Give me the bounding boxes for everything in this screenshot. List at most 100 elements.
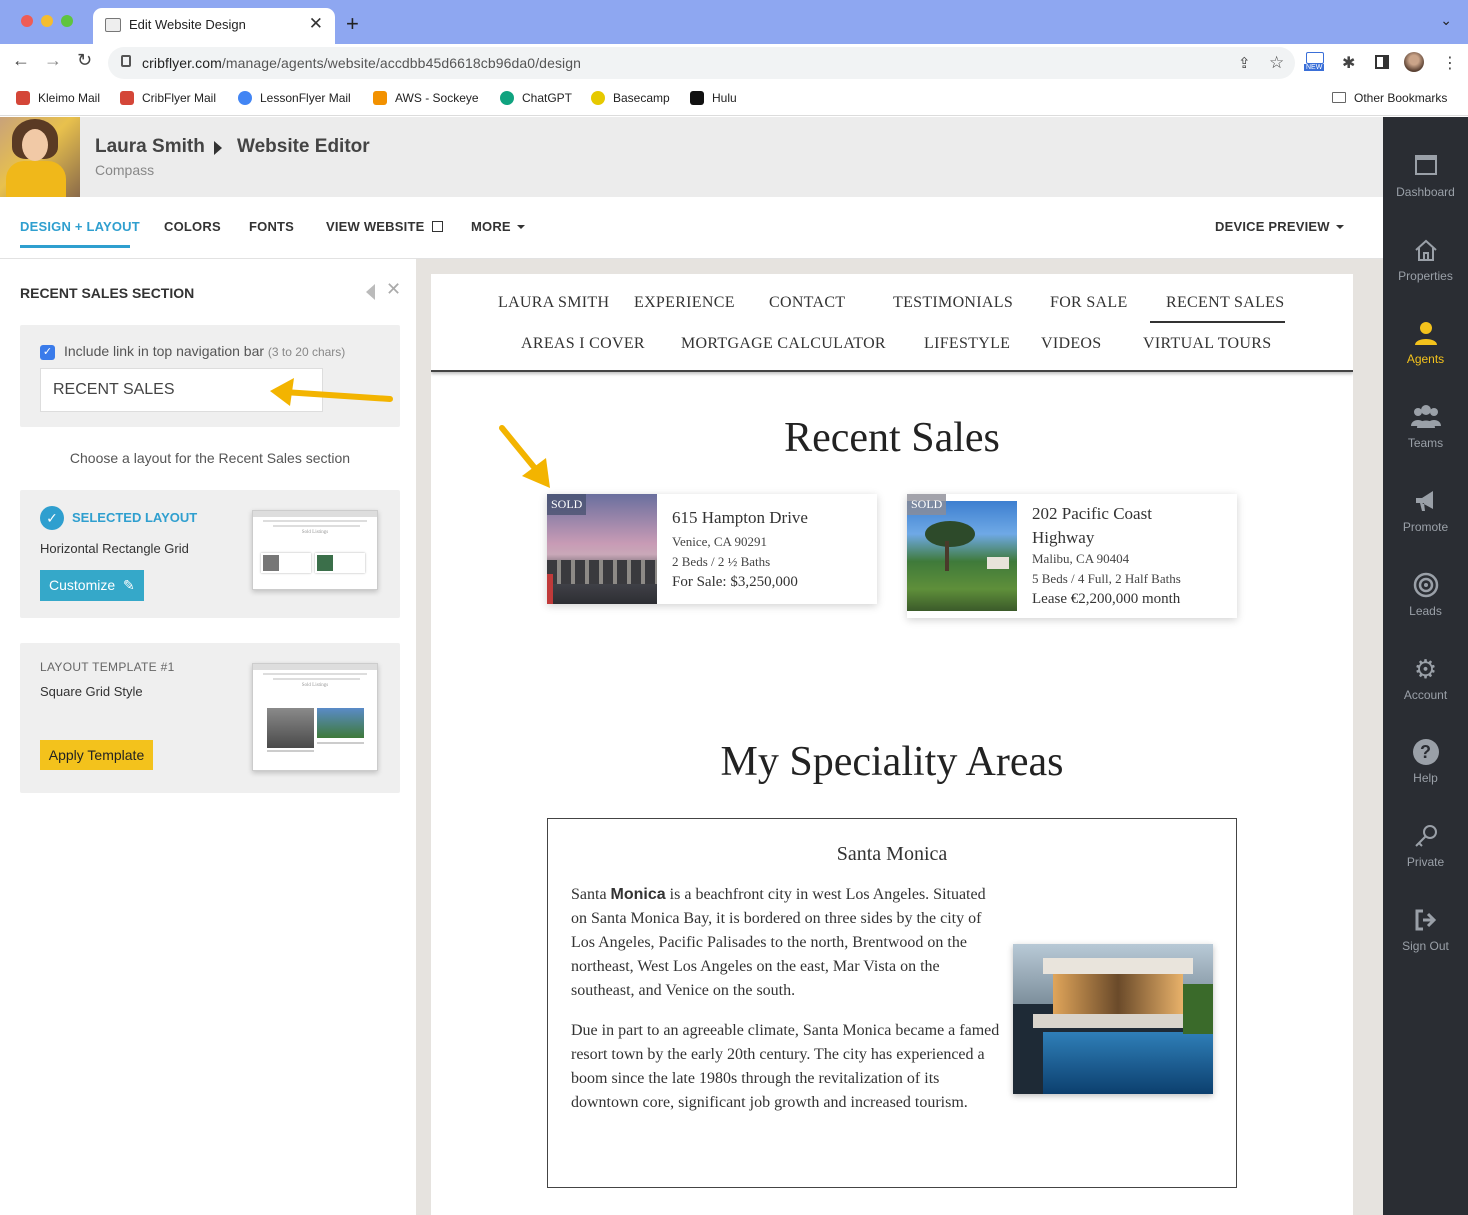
listing-beds-baths: 5 Beds / 4 Full, 2 Half Baths (1032, 571, 1181, 586)
device-preview-dropdown[interactable]: DEVICE PREVIEW (1215, 219, 1344, 234)
check-circle-icon: ✓ (40, 506, 64, 530)
chatgpt-icon (500, 91, 514, 105)
tab-colors[interactable]: COLORS (164, 219, 221, 234)
browser-tab[interactable]: Edit Website Design ✕ (93, 8, 335, 44)
customize-button[interactable]: Customize ✎ (40, 570, 144, 601)
site-nav-experience[interactable]: EXPERIENCE (634, 294, 735, 312)
forward-icon[interactable]: → (44, 50, 62, 71)
site-nav-videos[interactable]: VIDEOS (1041, 335, 1101, 353)
horizontal-grid-thumbnail[interactable]: Sold Listings (252, 510, 378, 590)
basecamp-icon (591, 91, 605, 105)
sidebar-item-agents[interactable]: Agents (1383, 320, 1468, 366)
zoom-window-button[interactable] (61, 15, 73, 27)
layout-prompt: Choose a layout for the Recent Sales sec… (69, 450, 351, 466)
include-nav-checkbox[interactable]: ✓ (40, 345, 55, 360)
site-nav-testimonials[interactable]: TESTIMONIALS (893, 294, 1013, 312)
breadcrumb-arrow-icon (214, 141, 222, 155)
page-title: Website Editor (237, 136, 370, 157)
sidebar-item-help[interactable]: ? Help (1383, 739, 1468, 785)
person-icon (1413, 320, 1439, 346)
address-bar[interactable]: cribflyer.com/manage/agents/website/accd… (108, 47, 1295, 79)
caret-down-icon (1335, 225, 1344, 229)
listing-address: 615 Hampton Drive (672, 508, 808, 527)
sidebar-item-private[interactable]: Private (1383, 823, 1468, 869)
bookmark-chatgpt[interactable]: ChatGPT (500, 91, 572, 105)
target-icon (1413, 572, 1439, 598)
lock-icon (121, 55, 131, 67)
tab-fonts[interactable]: FONTS (249, 219, 294, 234)
area-card: Santa Monica Santa Monica is a beachfron… (547, 818, 1237, 1188)
bookmark-cribflyer-mail[interactable]: CribFlyer Mail (120, 91, 216, 105)
site-nav-lifestyle[interactable]: LIFESTYLE (924, 335, 1010, 353)
tab-design-layout[interactable]: DESIGN + LAYOUT (20, 219, 140, 234)
sidebar-item-dashboard[interactable]: Dashboard (1383, 153, 1468, 199)
annotation-arrow-nav-input (270, 378, 393, 406)
listing-card[interactable]: SOLD 615 Hampton Drive Venice, CA 90291 … (547, 494, 877, 604)
sidebar-item-leads[interactable]: Leads (1383, 572, 1468, 618)
recent-sales-heading: Recent Sales (784, 415, 1000, 461)
caret-down-icon (516, 225, 525, 229)
question-icon: ? (1412, 739, 1439, 765)
sidebar-item-promote[interactable]: Promote (1383, 488, 1468, 534)
site-nav-virtual-tours[interactable]: VIRTUAL TOURS (1143, 335, 1271, 353)
agent-name[interactable]: Laura Smith (95, 136, 205, 158)
app-header: Laura Smith Website Editor Compass (0, 117, 1383, 197)
editor-tabs: DESIGN + LAYOUT COLORS FONTS VIEW WEBSIT… (0, 197, 1383, 259)
layout-template-card: LAYOUT TEMPLATE #1 Square Grid Style App… (20, 643, 400, 793)
agent-avatar[interactable] (0, 117, 80, 197)
site-navigation: LAURA SMITH EXPERIENCE CONTACT TESTIMONI… (431, 274, 1353, 372)
aws-icon (373, 91, 387, 105)
include-nav-label: Include link in top navigation bar (3 to… (64, 343, 346, 359)
profile-avatar[interactable] (1404, 52, 1424, 72)
thumbnail-title: Sold Listings (301, 530, 329, 535)
new-tab-button[interactable]: + (346, 11, 359, 37)
speciality-areas-heading: My Speciality Areas (720, 739, 1064, 785)
other-bookmarks[interactable]: Other Bookmarks (1332, 91, 1447, 105)
sidepanel-icon[interactable] (1375, 55, 1389, 69)
thumbnail-title: Sold Listings (301, 683, 329, 688)
sidebar-item-account[interactable]: ⚙ Account (1383, 656, 1468, 702)
tab-view-website[interactable]: VIEW WEBSITE (326, 219, 444, 234)
hulu-icon (690, 91, 704, 105)
site-nav-recent-sales[interactable]: RECENT SALES (1166, 294, 1284, 312)
browser-menu-icon[interactable]: ⋮ (1442, 53, 1458, 73)
sidebar-item-properties[interactable]: Properties (1383, 237, 1468, 283)
tab-close-icon[interactable]: ✕ (309, 14, 323, 34)
megaphone-icon (1413, 488, 1439, 514)
sold-badge: SOLD (907, 494, 947, 515)
collapse-panel-icon[interactable] (366, 284, 375, 300)
share-icon[interactable]: ⇪ (1238, 54, 1251, 72)
listing-price: For Sale: $3,250,000 (672, 574, 798, 590)
reload-icon[interactable]: ↻ (77, 50, 92, 71)
listing-address-line2: Highway (1032, 528, 1095, 547)
tab-search-chevron-icon[interactable]: ⌄ (1440, 12, 1452, 29)
bookmark-basecamp[interactable]: Basecamp (591, 91, 670, 105)
bookmark-aws-sockeye[interactable]: AWS - Sockeye (373, 91, 479, 105)
bookmark-star-icon[interactable]: ☆ (1269, 53, 1284, 73)
browser-toolbar: ← → ↻ cribflyer.com/manage/agents/websit… (0, 44, 1468, 82)
close-window-button[interactable] (21, 15, 33, 27)
close-panel-icon[interactable]: ✕ (386, 279, 401, 300)
tab-more[interactable]: MORE (471, 219, 525, 234)
bookmark-lessonflyer-mail[interactable]: LessonFlyer Mail (238, 91, 351, 105)
square-grid-thumbnail[interactable]: Sold Listings (252, 663, 378, 771)
back-icon[interactable]: ← (12, 50, 30, 71)
extensions-puzzle-icon[interactable]: ✱ (1342, 53, 1355, 73)
area-description-1: Santa Monica is a beachfront city in wes… (571, 886, 986, 999)
extension-new-icon[interactable]: NEW (1304, 52, 1325, 71)
listing-card[interactable]: SOLD 202 Pacific Coast Highway Malibu, C… (907, 494, 1237, 618)
site-nav-mortgage[interactable]: MORTGAGE CALCULATOR (681, 335, 886, 353)
site-nav-areas[interactable]: AREAS I COVER (521, 335, 645, 353)
site-nav-laura-smith[interactable]: LAURA SMITH (498, 294, 609, 312)
bookmark-hulu[interactable]: Hulu (690, 91, 737, 105)
site-nav-contact[interactable]: CONTACT (769, 294, 845, 312)
minimize-window-button[interactable] (41, 15, 53, 27)
bookmark-kleimo-mail[interactable]: Kleimo Mail (16, 91, 100, 105)
site-nav-for-sale[interactable]: FOR SALE (1050, 294, 1128, 312)
url-path: /manage/agents/website/accdbb45d6618cb96… (221, 55, 582, 71)
apply-template-button[interactable]: Apply Template (40, 740, 153, 770)
annotation-arrow-sold-listing (499, 425, 550, 488)
sidebar-item-teams[interactable]: Teams (1383, 404, 1468, 450)
sidebar-item-sign-out[interactable]: Sign Out (1383, 907, 1468, 953)
listing-city: Malibu, CA 90404 (1032, 551, 1130, 566)
